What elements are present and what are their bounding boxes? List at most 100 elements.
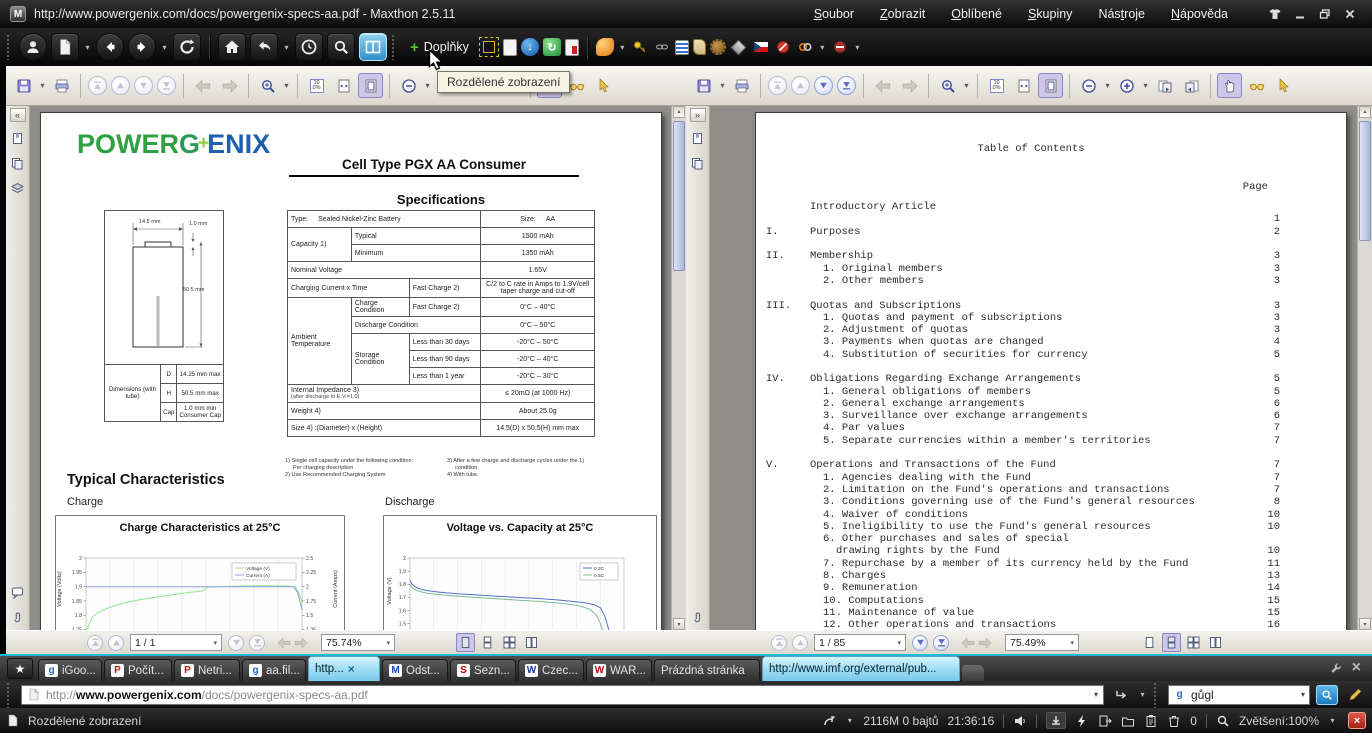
tab[interactable]: P Počít... xyxy=(104,659,172,681)
next-page-button[interactable] xyxy=(228,634,244,651)
content-block-icon[interactable] xyxy=(831,38,849,56)
page-number-combo[interactable]: 1 / 1 ▾ xyxy=(130,634,222,651)
last-page-button[interactable] xyxy=(837,76,856,95)
tab[interactable]: http... × xyxy=(308,656,380,681)
next-page-button[interactable] xyxy=(814,76,833,95)
upload-icon[interactable] xyxy=(822,714,836,728)
kill-process-button[interactable]: × xyxy=(1348,712,1366,729)
chevron-down-icon[interactable]: ▾ xyxy=(386,639,390,647)
scroll-thumb[interactable] xyxy=(1359,121,1371,241)
mobile-view-icon[interactable] xyxy=(564,38,579,56)
filter-rings-icon[interactable] xyxy=(796,38,814,56)
menu-skupiny[interactable]: Skupiny xyxy=(1028,7,1072,21)
pages-panel-icon[interactable] xyxy=(9,154,27,172)
history-button[interactable] xyxy=(295,33,323,61)
search-engine-dropdown[interactable]: ▾ xyxy=(1301,690,1305,699)
single-page-layout-button[interactable] xyxy=(456,633,475,652)
continuous-layout-button[interactable] xyxy=(478,633,497,652)
single-page-layout-button[interactable] xyxy=(1140,633,1159,652)
skin-icon[interactable] xyxy=(1266,7,1283,22)
first-page-button[interactable] xyxy=(88,76,107,95)
last-page-button[interactable] xyxy=(249,634,265,651)
bookmarks-panel-icon[interactable] xyxy=(689,129,707,147)
scroll-thumb[interactable] xyxy=(673,121,685,271)
history-dropdown[interactable]: ▾ xyxy=(160,43,169,52)
facing-layout-button[interactable] xyxy=(1184,633,1203,652)
import-page-button[interactable] xyxy=(1179,73,1204,98)
seal-icon[interactable] xyxy=(709,39,726,55)
next-page-button[interactable] xyxy=(134,76,153,95)
prev-page-button[interactable] xyxy=(108,634,124,651)
tab[interactable]: W Czec... xyxy=(518,659,584,681)
page-number-combo[interactable]: 1 / 85 ▾ xyxy=(814,634,906,651)
zoom-tool-button[interactable] xyxy=(935,73,960,98)
search-input[interactable]: g gůgl ▾ xyxy=(1168,684,1310,705)
new-page-dropdown[interactable]: ▾ xyxy=(83,43,92,52)
save-dropdown[interactable]: ▾ xyxy=(38,81,47,90)
prev-page-button[interactable] xyxy=(792,634,808,651)
tab[interactable]: W WAR... xyxy=(586,659,652,681)
tab[interactable]: P Netri... xyxy=(174,659,240,681)
fit-width-button[interactable] xyxy=(1011,73,1036,98)
notes-icon[interactable] xyxy=(502,38,517,56)
scrollbar-right-pane[interactable]: ▾ ▾ xyxy=(1357,106,1372,630)
facing-layout-button[interactable] xyxy=(500,633,519,652)
next-page-button[interactable] xyxy=(912,634,928,651)
back-button[interactable] xyxy=(96,33,124,61)
back-view-icon[interactable] xyxy=(277,636,291,650)
tab[interactable]: M Odst... xyxy=(382,659,448,681)
account-button[interactable] xyxy=(19,33,47,61)
last-page-button[interactable] xyxy=(157,76,176,95)
sync-icon[interactable]: ↻ xyxy=(542,38,561,56)
pdf-document-area-left[interactable]: « POWERG+ENIX Cell Type PGX AA Consumer … xyxy=(6,106,686,630)
actual-size-button[interactable]: 100% xyxy=(984,73,1009,98)
back-view-button[interactable] xyxy=(870,73,895,98)
tab[interactable]: http://www.imf.org/external/pub... xyxy=(762,656,960,681)
scroll-down-icon[interactable]: ▾ xyxy=(1359,618,1371,630)
new-tab-button[interactable] xyxy=(962,665,984,681)
flashget-icon[interactable] xyxy=(595,38,614,56)
chevron-down-icon[interactable]: ▾ xyxy=(1070,639,1074,647)
prev-page-button[interactable] xyxy=(791,76,810,95)
scroll-down-icon[interactable]: ▾ xyxy=(673,618,685,630)
zoom-level-label[interactable]: Zvětšení:100% xyxy=(1239,714,1319,728)
bookmarks-panel-icon[interactable] xyxy=(9,129,27,147)
prev-page-button[interactable] xyxy=(111,76,130,95)
tab-close-icon[interactable]: × xyxy=(348,662,355,676)
minimize-icon[interactable] xyxy=(1291,7,1308,22)
go-dropdown[interactable]: ▾ xyxy=(1138,690,1147,699)
home-button[interactable] xyxy=(218,33,246,61)
menu-napoveda[interactable]: Nápověda xyxy=(1171,7,1228,21)
pdf-document-area-right[interactable]: » Table of Contents Page Introductory Ar… xyxy=(686,106,1372,630)
toolbar-grip[interactable] xyxy=(6,681,11,708)
first-page-button[interactable] xyxy=(771,634,787,651)
select-tool-button[interactable] xyxy=(1271,73,1296,98)
list-icon[interactable] xyxy=(674,39,689,55)
fit-page-button[interactable] xyxy=(358,73,383,98)
menu-nastroje[interactable]: Nástroje xyxy=(1098,7,1145,21)
zoom-combo[interactable]: 75.74% ▾ xyxy=(321,634,395,651)
url-dropdown[interactable]: ▾ xyxy=(1094,690,1098,699)
split-view-button[interactable] xyxy=(359,33,387,61)
menu-zobrazit[interactable]: Zobrazit xyxy=(880,7,925,21)
menu-oblibene[interactable]: Oblíbené xyxy=(951,7,1002,21)
folder-icon[interactable] xyxy=(1121,714,1135,728)
pages-panel-icon[interactable] xyxy=(689,154,707,172)
attachments-panel-icon[interactable] xyxy=(689,608,707,626)
last-page-button[interactable] xyxy=(933,634,949,651)
screen-capture-icon[interactable] xyxy=(478,37,499,57)
tab[interactable]: S Sezn... xyxy=(450,659,516,681)
password-key-icon[interactable] xyxy=(631,38,649,56)
actual-size-button[interactable]: 100% xyxy=(304,73,329,98)
block-dropdown[interactable]: ▾ xyxy=(853,43,862,52)
continuous-facing-layout-button[interactable] xyxy=(522,633,541,652)
zoom-magnifier-icon[interactable] xyxy=(1216,714,1230,728)
layers-panel-icon[interactable] xyxy=(9,179,27,197)
continuous-layout-button[interactable] xyxy=(1162,633,1181,652)
comments-panel-icon[interactable] xyxy=(9,583,27,601)
go-button[interactable] xyxy=(1110,685,1132,705)
link-icon[interactable] xyxy=(653,38,671,56)
czech-flag-icon[interactable] xyxy=(752,38,770,56)
zoom-dropdown[interactable]: ▾ xyxy=(1328,716,1337,725)
toolbar-grip[interactable] xyxy=(1153,681,1158,708)
